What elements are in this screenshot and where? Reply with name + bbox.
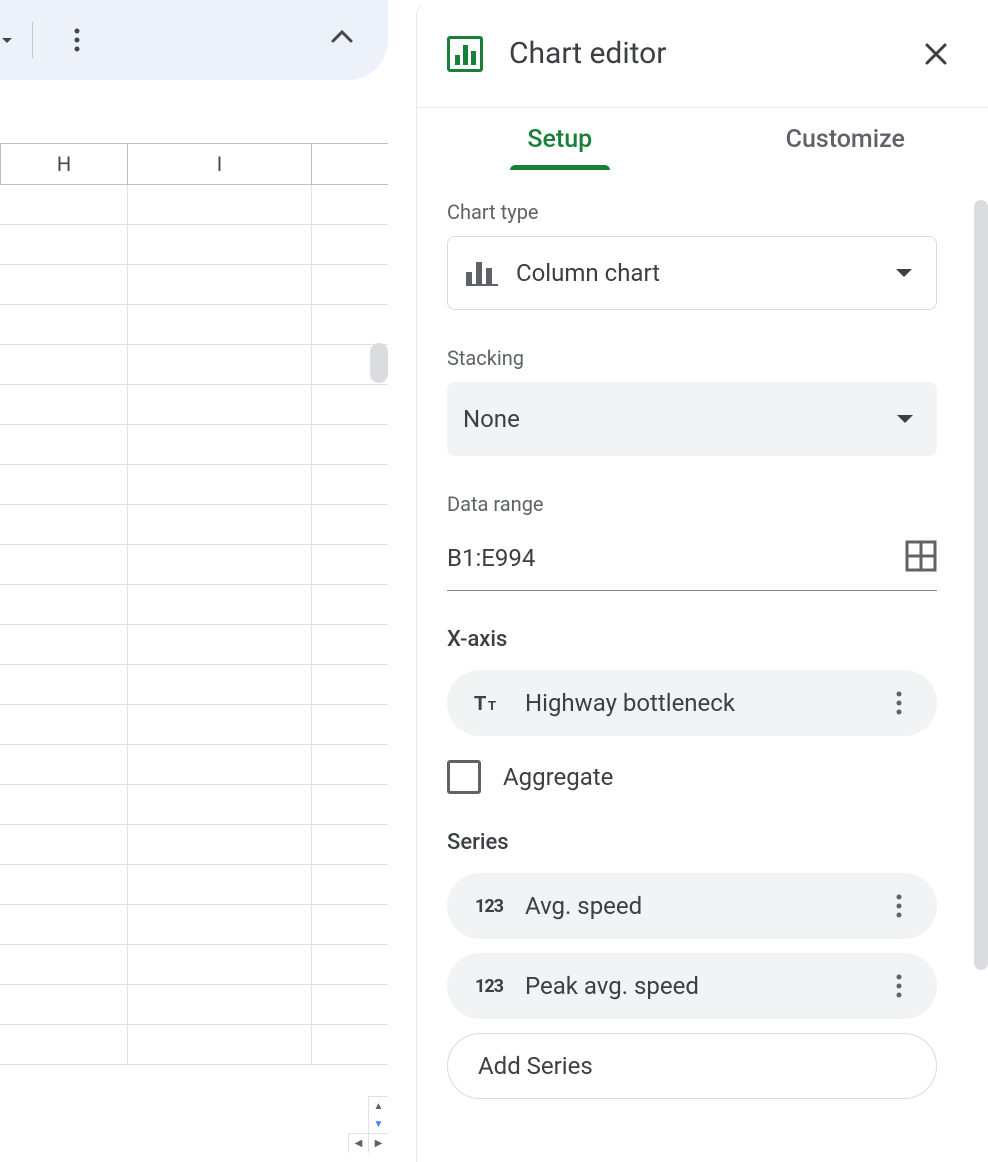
svg-text:T: T: [474, 693, 486, 715]
series-more-button-1[interactable]: [881, 968, 917, 1004]
xaxis-field-chip[interactable]: TT Highway bottleneck: [447, 670, 937, 736]
grid-icon: [905, 540, 937, 572]
panel-header: Chart editor: [417, 0, 988, 108]
panel-scrollbar[interactable]: [974, 200, 988, 970]
aggregate-row: Aggregate: [447, 760, 958, 794]
select-data-range-button[interactable]: [905, 540, 937, 576]
vertical-scrollbar[interactable]: [370, 343, 388, 383]
chart-type-value: Column chart: [516, 259, 896, 287]
text-type-icon: TT: [471, 691, 507, 715]
data-range-input[interactable]: [447, 544, 905, 572]
close-icon: [924, 42, 948, 66]
close-button[interactable]: [914, 32, 958, 76]
chart-editor-panel: Chart editor Setup Customize Chart type …: [416, 0, 988, 1162]
scroll-up-button[interactable]: ▲: [369, 1097, 388, 1115]
chart-icon: [447, 36, 483, 72]
stacking-value: None: [463, 405, 897, 433]
grid-rows[interactable]: [0, 185, 388, 1065]
xaxis-more-button[interactable]: [881, 685, 917, 721]
panel-title: Chart editor: [509, 36, 914, 71]
column-chart-icon: [466, 260, 498, 286]
xaxis-heading: X-axis: [447, 627, 958, 652]
xaxis-field-label: Highway bottleneck: [525, 689, 881, 717]
panel-body: Chart type Column chart Stacking None Da…: [417, 170, 988, 1119]
column-header-h[interactable]: H: [0, 144, 128, 184]
series-heading: Series: [447, 830, 958, 855]
stacking-select[interactable]: None: [447, 382, 937, 456]
spreadsheet-area: H I: [0, 0, 388, 1162]
chart-type-select[interactable]: Column chart: [447, 236, 937, 310]
dropdown-arrow-icon[interactable]: [2, 36, 12, 46]
aggregate-label: Aggregate: [503, 763, 613, 791]
column-header-i[interactable]: I: [128, 144, 312, 184]
toolbar: [0, 0, 388, 80]
collapse-toolbar-button[interactable]: [331, 28, 353, 47]
toolbar-divider: [32, 22, 33, 58]
number-type-icon: 123: [471, 976, 507, 997]
more-button[interactable]: [57, 20, 97, 60]
series-label-0: Avg. speed: [525, 892, 881, 920]
number-type-icon: 123: [471, 896, 507, 917]
chart-type-label: Chart type: [447, 200, 958, 224]
tabs: Setup Customize: [417, 108, 988, 170]
data-range-label: Data range: [447, 492, 958, 516]
scroll-left-button[interactable]: ◀: [348, 1134, 368, 1153]
svg-text:T: T: [488, 698, 496, 713]
dropdown-arrow-icon: [896, 269, 912, 277]
stacking-label: Stacking: [447, 346, 958, 370]
column-headers: H I: [0, 143, 388, 185]
series-chip-1[interactable]: 123 Peak avg. speed: [447, 953, 937, 1019]
tab-customize[interactable]: Customize: [703, 108, 988, 170]
tab-setup[interactable]: Setup: [417, 108, 703, 170]
data-range-field: [447, 540, 937, 591]
dropdown-arrow-icon: [897, 415, 913, 423]
scroll-right-button[interactable]: ▶: [368, 1134, 388, 1153]
column-header-partial[interactable]: [312, 144, 388, 184]
aggregate-checkbox[interactable]: [447, 760, 481, 794]
add-series-button[interactable]: Add Series: [447, 1033, 937, 1099]
series-more-button-0[interactable]: [881, 888, 917, 924]
series-chip-0[interactable]: 123 Avg. speed: [447, 873, 937, 939]
scroll-down-button[interactable]: ▼: [369, 1115, 388, 1133]
spreadsheet-grid[interactable]: H I: [0, 143, 388, 1153]
series-label-1: Peak avg. speed: [525, 972, 881, 1000]
